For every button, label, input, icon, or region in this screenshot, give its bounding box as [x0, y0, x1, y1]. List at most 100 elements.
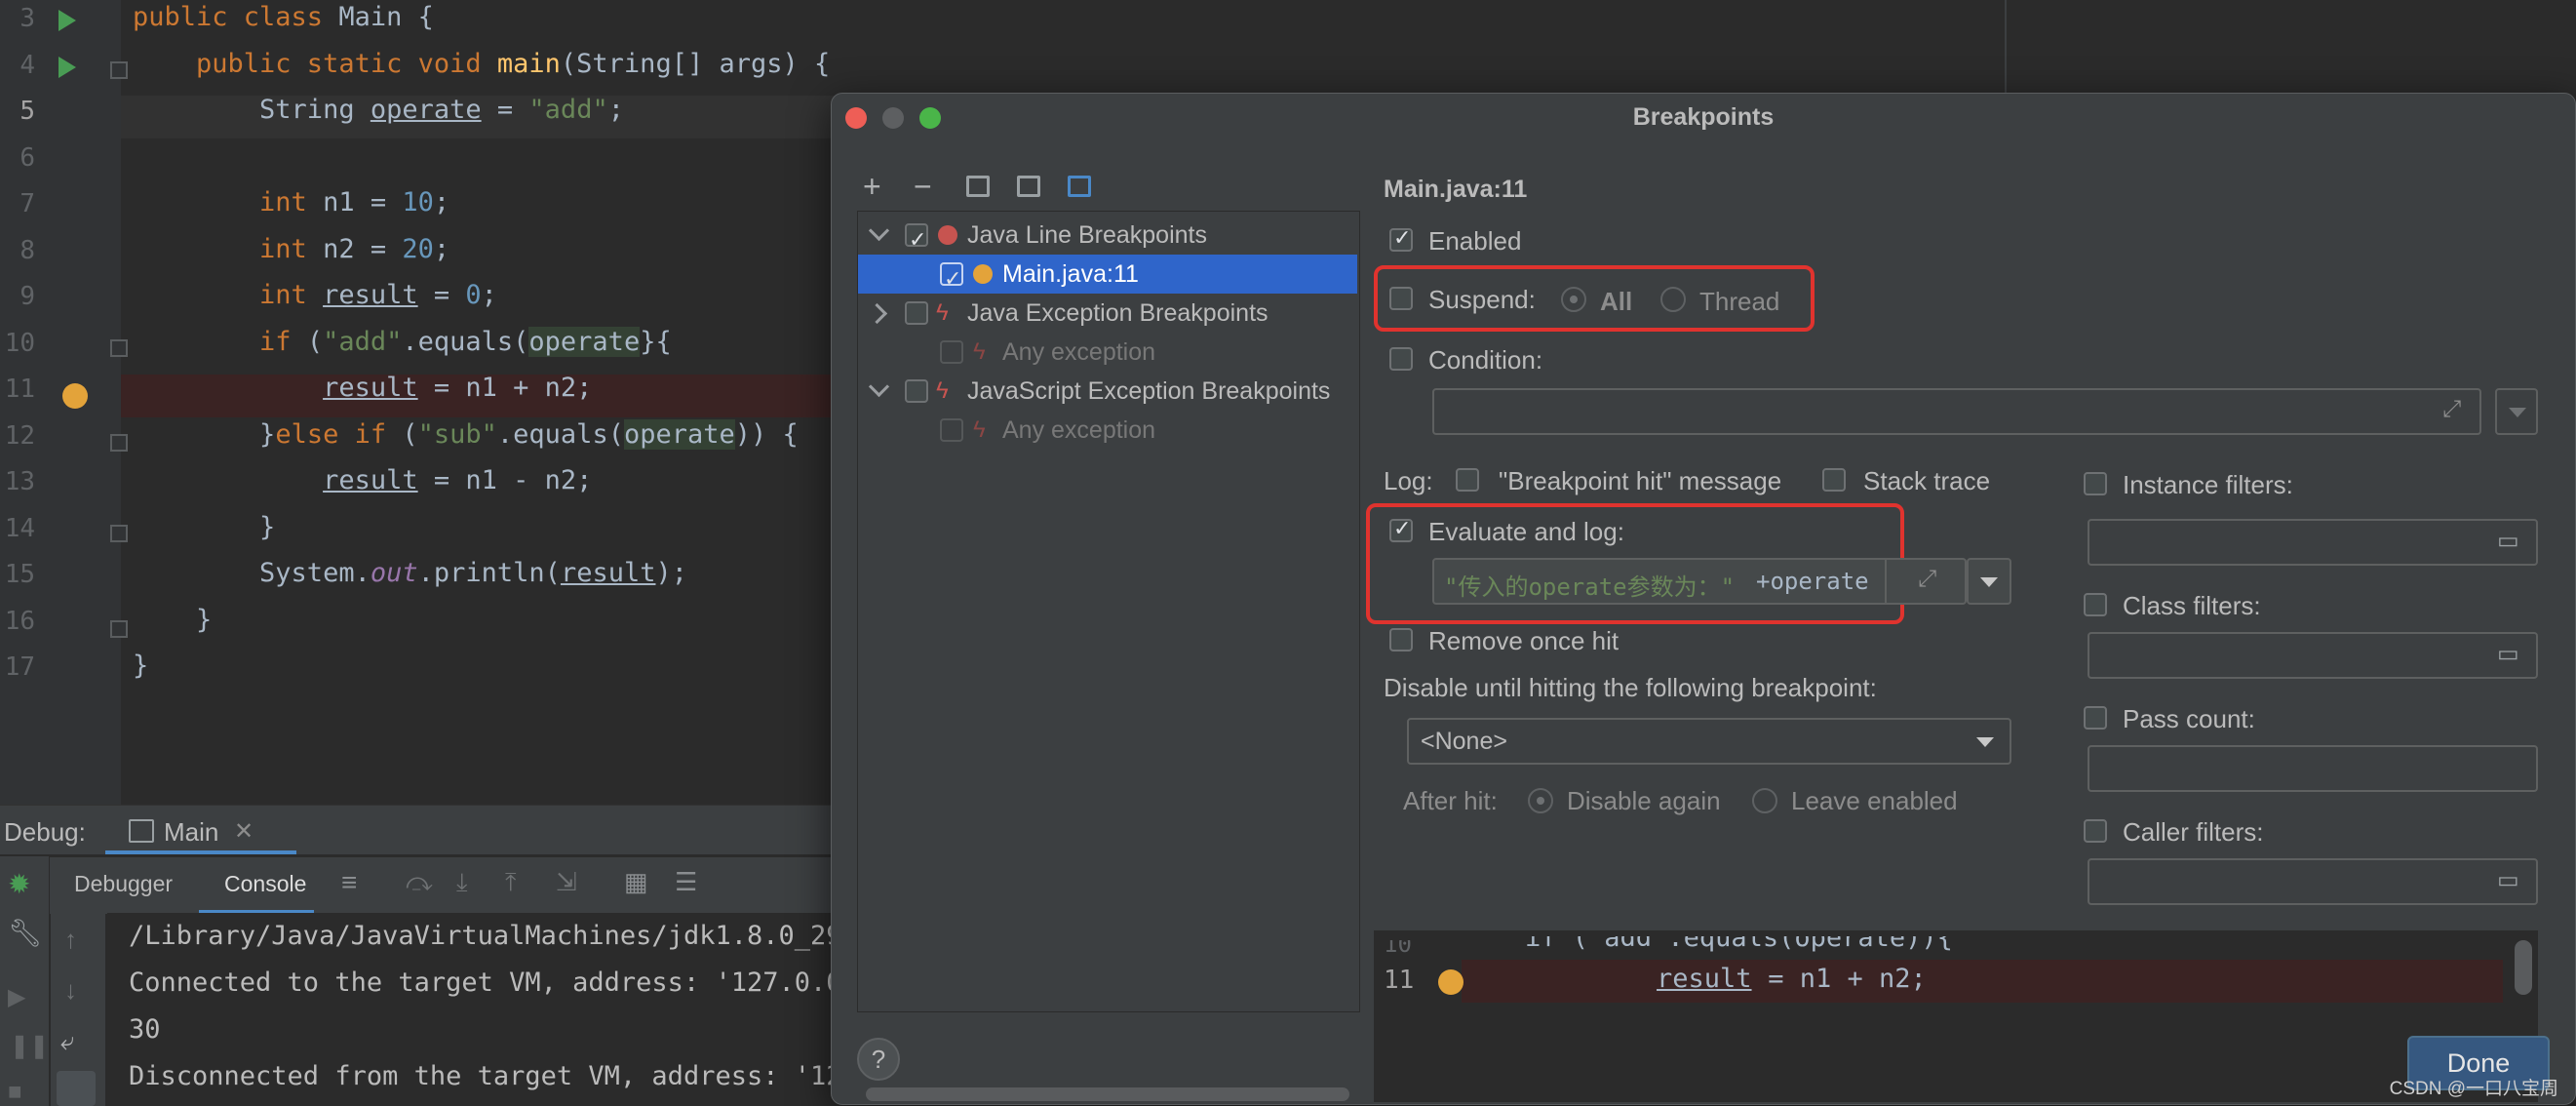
- code-token: int: [133, 280, 324, 310]
- instance-filters-input[interactable]: ▭: [2088, 519, 2538, 566]
- remove-once-hit-checkbox[interactable]: [1389, 628, 1413, 652]
- settings-icon[interactable]: ☰: [675, 867, 697, 897]
- code-token: "add": [528, 95, 608, 125]
- step-over-icon[interactable]: ⤼: [406, 867, 433, 898]
- caller-filters-input[interactable]: ▭: [2088, 858, 2538, 905]
- console-output[interactable]: /Library/Java/JavaVirtualMachines/jdk1.8…: [107, 913, 842, 1106]
- run-main-icon[interactable]: [59, 57, 76, 78]
- expand-icon[interactable]: ⤢: [1918, 566, 1936, 593]
- run-to-cursor-icon[interactable]: ⇲: [556, 867, 577, 897]
- tree-group-java-line[interactable]: Java Line Breakpoints: [858, 216, 1357, 259]
- fold-icon[interactable]: [110, 620, 128, 638]
- breakpoint-tree[interactable]: Java Line Breakpoints Main.java:11 ϟ Jav…: [857, 211, 1360, 1101]
- checkbox[interactable]: [905, 301, 928, 325]
- pass-count-checkbox[interactable]: [2084, 706, 2107, 730]
- menu-icon[interactable]: ≡: [341, 867, 357, 898]
- help-button[interactable]: ?: [857, 1038, 900, 1081]
- enabled-checkbox[interactable]: [1389, 225, 1413, 252]
- breakpoint-icon[interactable]: [62, 383, 88, 409]
- soft-wrap-icon[interactable]: ⤶: [60, 1026, 75, 1057]
- class-filters-input[interactable]: ▭: [2088, 632, 2538, 679]
- tree-item-main-java-11[interactable]: Main.java:11: [858, 255, 1357, 298]
- evaluate-history-dropdown[interactable]: [1967, 558, 2011, 605]
- chevron-right-icon[interactable]: [866, 302, 888, 325]
- tree-item-any-exception[interactable]: ϟ Any exception: [858, 333, 1357, 372]
- chevron-down-icon[interactable]: [868, 375, 890, 398]
- checkbox[interactable]: [905, 220, 928, 259]
- disable-until-select[interactable]: <None>: [1407, 718, 2011, 765]
- tree-item-any-exception[interactable]: ϟ Any exception: [858, 411, 1357, 450]
- exception-bolt-icon: ϟ: [973, 338, 986, 365]
- fold-icon[interactable]: [110, 525, 128, 542]
- step-out-icon[interactable]: ⤒: [505, 867, 517, 898]
- code-token: .equals(: [496, 418, 624, 450]
- tab-console[interactable]: Console: [224, 871, 306, 897]
- up-arrow-icon[interactable]: ↑: [64, 925, 77, 955]
- folder-icon[interactable]: ▭: [2497, 527, 2519, 555]
- code-token: result: [323, 280, 418, 310]
- debug-bug-icon[interactable]: ✹: [8, 868, 30, 900]
- chevron-down-icon[interactable]: [868, 219, 890, 242]
- disable-again-radio[interactable]: [1528, 788, 1553, 813]
- tree-scrollbar[interactable]: [866, 1087, 1349, 1101]
- folder-icon[interactable]: ▭: [2497, 640, 2519, 668]
- code-token: Main {: [338, 2, 434, 32]
- checkbox[interactable]: [940, 340, 963, 364]
- down-arrow-icon[interactable]: ↓: [64, 975, 77, 1006]
- condition-checkbox[interactable]: [1389, 347, 1413, 371]
- tree-group-java-exception[interactable]: ϟ Java Exception Breakpoints: [858, 294, 1357, 333]
- caller-filters-checkbox[interactable]: [2084, 819, 2107, 843]
- checkbox[interactable]: [940, 418, 963, 442]
- condition-input[interactable]: ⤢: [1432, 388, 2481, 435]
- checkbox[interactable]: [905, 379, 928, 403]
- pass-count-input[interactable]: [2088, 745, 2538, 792]
- preview-code-line: if ("add".equals(operate)){: [1462, 923, 1953, 953]
- debug-side-toolbar: ✹ 🔧︎ ▶ ❚❚ ■: [0, 856, 50, 1106]
- close-icon[interactable]: ✕: [234, 817, 254, 846]
- stop-icon[interactable]: ■: [8, 1079, 22, 1106]
- console-line: Connected to the target VM, address: '12…: [129, 968, 842, 998]
- code-line: int result = 0;: [133, 280, 497, 310]
- expand-icon[interactable]: ⤢: [2442, 396, 2461, 423]
- checkbox[interactable]: [940, 259, 963, 298]
- code-token: }: [133, 511, 276, 542]
- right-pane: [2005, 0, 2576, 98]
- code-token: (: [306, 326, 324, 357]
- suspend-all-radio[interactable]: [1561, 287, 1586, 312]
- group-by-class-icon[interactable]: [1068, 176, 1091, 197]
- stack-trace-checkbox[interactable]: [1822, 468, 1846, 492]
- evaluate-icon[interactable]: ▦: [624, 867, 648, 897]
- run-class-icon[interactable]: [59, 10, 76, 31]
- suspend-thread-radio[interactable]: [1660, 287, 1686, 312]
- code-token: int: [133, 233, 324, 264]
- evaluate-log-checkbox[interactable]: [1389, 516, 1413, 542]
- preview-scrollbar[interactable]: [2515, 940, 2532, 995]
- tree-group-js-exception[interactable]: ϟ JavaScript Exception Breakpoints: [858, 372, 1357, 411]
- step-into-icon[interactable]: ⤓: [456, 867, 468, 898]
- leave-enabled-radio[interactable]: [1752, 788, 1777, 813]
- remove-breakpoint-icon[interactable]: −: [914, 170, 932, 203]
- add-breakpoint-icon[interactable]: +: [863, 170, 881, 203]
- bp-hit-message-checkbox[interactable]: [1456, 468, 1479, 492]
- folder-icon[interactable]: ▭: [2497, 866, 2519, 894]
- condition-history-dropdown[interactable]: [2495, 388, 2538, 435]
- scroll-to-end-icon[interactable]: [57, 1071, 96, 1106]
- fold-icon[interactable]: [110, 61, 128, 79]
- wrench-icon[interactable]: 🔧︎: [8, 917, 43, 949]
- instance-filters-checkbox[interactable]: [2084, 472, 2107, 495]
- tab-debugger[interactable]: Debugger: [74, 871, 173, 897]
- fold-icon[interactable]: [110, 434, 128, 452]
- fold-icon[interactable]: [110, 339, 128, 357]
- class-filters-checkbox[interactable]: [2084, 593, 2107, 616]
- suspend-checkbox[interactable]: [1389, 287, 1413, 310]
- tree-label: Any exception: [1002, 338, 1156, 366]
- code-token: .equals(: [402, 326, 529, 357]
- group-by-file-icon[interactable]: [1017, 176, 1040, 197]
- resume-icon[interactable]: ▶: [8, 983, 25, 1011]
- evaluate-log-input[interactable]: "传入的operate参数为：" +operate ⤢: [1432, 558, 1967, 605]
- debug-session-tab[interactable]: Main: [164, 817, 218, 848]
- group-by-package-icon[interactable]: [966, 176, 990, 197]
- pause-icon[interactable]: ❚❚: [10, 1032, 49, 1060]
- line-number: 5: [20, 97, 35, 126]
